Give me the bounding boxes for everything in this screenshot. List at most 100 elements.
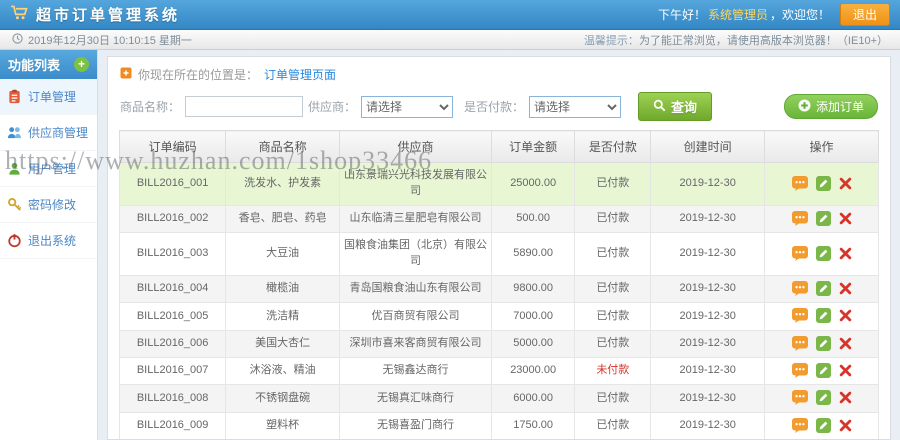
sidebar-item-password[interactable]: 密码修改 — [0, 187, 97, 223]
view-order-icon[interactable] — [791, 363, 808, 379]
sidebar-item-label: 供应商管理 — [28, 126, 89, 140]
delete-order-icon[interactable] — [839, 212, 852, 225]
breadcrumb: 你现在所在的位置是： 订单管理页面 — [108, 57, 890, 88]
provider-cell: 无锡真汇味商行 — [339, 384, 492, 413]
view-order-icon[interactable] — [791, 281, 808, 297]
sidebar-item-exit[interactable]: 退出系统 — [0, 223, 97, 259]
product-name-cell: 香皂、肥皂、药皂 — [225, 204, 341, 234]
edit-order-icon[interactable] — [815, 308, 831, 324]
topbar: 超市订单管理系统 下午好！ 系统管理员 ，欢迎您！ 退出 — [0, 0, 900, 30]
delete-order-icon[interactable] — [839, 337, 852, 350]
sidebar-item-suppliers[interactable]: 供应商管理 — [0, 115, 97, 151]
query-button[interactable]: 查询 — [638, 92, 713, 121]
view-order-icon[interactable] — [791, 308, 808, 324]
app-title: 超市订单管理系统 — [36, 7, 181, 24]
column-header: 订单金额 — [490, 130, 576, 163]
payment-status-cell: 已付款 — [574, 232, 652, 277]
magnifier-icon — [653, 99, 666, 115]
sidebar-item-orders[interactable]: 订单管理 — [0, 79, 97, 115]
payment-status-cell: 已付款 — [574, 329, 652, 359]
delete-order-icon[interactable] — [839, 391, 852, 404]
created-date-cell: 2019-12-30 — [650, 162, 766, 206]
provider-select[interactable]: 请选择 — [361, 95, 454, 118]
order-code-cell: BILL2016_002 — [118, 204, 227, 234]
table-row: BILL2016_006 美国大杏仁 深圳市喜来客商贸有限公司 5000.00 已付款 2… — [118, 329, 879, 359]
users-icon — [7, 161, 22, 176]
location-icon — [120, 67, 132, 82]
table-row: BILL2016_004 橄榄油 青岛国粮食油山东有限公司 9800.00 已付款 201… — [118, 275, 879, 304]
table-row: BILL2016_009 塑料杯 无锡喜盈门商行 1750.00 已付款 2019-12-… — [118, 411, 879, 439]
edit-order-icon[interactable] — [815, 363, 831, 379]
orders-table: 订单编码 商品名称 供应商 订单金额 是否付款 创建时间 操作 BILL2016_001 洗发… — [118, 130, 879, 439]
add-order-label: 添加订单 — [815, 100, 864, 114]
product-name-cell: 大豆油 — [225, 232, 341, 277]
view-order-icon[interactable] — [791, 210, 808, 226]
payment-status-cell: 未付款 — [574, 357, 652, 386]
edit-order-icon[interactable] — [815, 175, 831, 191]
created-date-cell: 2019-12-30 — [650, 384, 766, 413]
order-code-cell: BILL2016_003 — [118, 232, 227, 277]
operations-cell — [764, 329, 879, 359]
operations-cell — [764, 384, 879, 413]
user-role-link[interactable]: 系统管理员 — [708, 8, 768, 22]
add-order-button[interactable]: 添加订单 — [783, 94, 878, 119]
provider-cell: 山东景瑞兴光科技发展有限公司 — [339, 162, 492, 206]
provider-cell: 青岛国粮食油山东有限公司 — [339, 275, 492, 304]
column-header: 创建时间 — [650, 130, 766, 163]
column-header: 订单编码 — [118, 130, 227, 163]
amount-cell: 5890.00 — [490, 232, 576, 277]
amount-cell: 25000.00 — [490, 162, 576, 206]
sidebar-add-button[interactable]: + — [74, 57, 89, 72]
view-order-icon[interactable] — [791, 335, 808, 351]
order-code-cell: BILL2016_008 — [118, 384, 227, 413]
delete-order-icon[interactable] — [839, 419, 852, 432]
password-icon — [7, 197, 22, 212]
delete-order-icon[interactable] — [839, 309, 852, 322]
view-order-icon[interactable] — [791, 175, 808, 191]
edit-order-icon[interactable] — [815, 245, 831, 261]
payment-select[interactable]: 请选择 — [529, 95, 622, 118]
payment-status-cell: 已付款 — [574, 162, 652, 206]
product-name-cell: 沐浴液、精油 — [225, 357, 341, 386]
view-order-icon[interactable] — [791, 390, 808, 406]
logout-button[interactable]: 退出 — [839, 3, 890, 26]
provider-cell: 无锡鑫达商行 — [339, 357, 492, 386]
created-date-cell: 2019-12-30 — [650, 302, 766, 331]
operations-cell — [764, 232, 879, 277]
payment-status-cell: 已付款 — [574, 302, 652, 331]
operations-cell — [764, 357, 879, 386]
edit-order-icon[interactable] — [815, 210, 831, 226]
product-name-cell: 塑料杯 — [225, 411, 341, 439]
view-order-icon[interactable] — [791, 417, 808, 433]
delete-order-icon[interactable] — [839, 282, 852, 295]
sidebar-title: 功能列表 — [8, 58, 61, 73]
search-toolbar: 商品名称： 供应商： 请选择 是否付款： 请选择 查询 添加订单 — [108, 88, 890, 130]
sidebar-header: 功能列表 + — [0, 50, 97, 79]
product-name-input[interactable] — [185, 96, 304, 117]
payment-status-cell: 已付款 — [574, 204, 652, 234]
column-header: 是否付款 — [574, 130, 652, 163]
edit-order-icon[interactable] — [815, 281, 831, 297]
column-header: 操作 — [764, 130, 879, 163]
view-order-icon[interactable] — [791, 245, 808, 261]
column-header: 商品名称 — [225, 130, 341, 163]
operations-cell — [764, 275, 879, 304]
infobar: 2019年12月30日 10:10:15 星期一 温馨提示：为了能正常浏览，请使… — [0, 30, 900, 50]
product-name-cell: 不锈钢盘碗 — [225, 384, 341, 413]
created-date-cell: 2019-12-30 — [650, 357, 766, 386]
product-name-cell: 橄榄油 — [225, 275, 341, 304]
topbar-right: 下午好！ 系统管理员 ，欢迎您！ 退出 — [658, 3, 890, 26]
datetime-text: 2019年12月30日 10:10:15 星期一 — [28, 34, 192, 47]
created-date-cell: 2019-12-30 — [650, 275, 766, 304]
sidebar-item-users[interactable]: 用户管理 — [0, 151, 97, 187]
delete-order-icon[interactable] — [839, 364, 852, 377]
table-row: BILL2016_007 沐浴液、精油 无锡鑫达商行 23000.00 未付款 2019-… — [118, 357, 879, 386]
edit-order-icon[interactable] — [815, 390, 831, 406]
edit-order-icon[interactable] — [815, 335, 831, 351]
delete-order-icon[interactable] — [839, 247, 852, 260]
operations-cell — [764, 411, 879, 439]
delete-order-icon[interactable] — [839, 177, 852, 190]
breadcrumb-prefix: 你现在所在的位置是： — [138, 68, 259, 82]
edit-order-icon[interactable] — [815, 417, 831, 433]
breadcrumb-current: 订单管理页面 — [264, 68, 337, 82]
